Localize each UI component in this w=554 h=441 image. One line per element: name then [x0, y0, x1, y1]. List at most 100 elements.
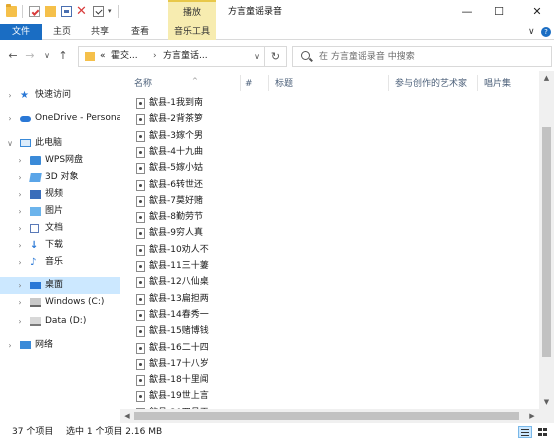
- nav-item-label: 3D 对象: [45, 172, 79, 182]
- delete-icon[interactable]: ✕: [76, 5, 87, 18]
- nav-item[interactable]: › 文档: [0, 220, 120, 237]
- file-row[interactable]: 歙县-16二十四: [133, 340, 239, 356]
- file-row[interactable]: 歙县-7莫好赌: [133, 193, 239, 209]
- file-row[interactable]: 歙县-15赌博钱: [133, 323, 239, 339]
- column-divider[interactable]: [268, 75, 269, 91]
- vertical-scroll-thumb[interactable]: [542, 127, 551, 357]
- address-dropdown-icon[interactable]: ∨: [254, 47, 260, 66]
- file-row[interactable]: 歙县-1我到南: [133, 95, 239, 111]
- scroll-down-icon[interactable]: ▼: [539, 395, 554, 409]
- expand-right-icon[interactable]: ›: [16, 169, 24, 186]
- audio-file-icon: [136, 342, 145, 354]
- file-row[interactable]: 歙县-17十八岁: [133, 356, 239, 372]
- column-header-title[interactable]: 标题: [275, 71, 385, 95]
- horizontal-scrollbar[interactable]: ◀ ▶: [120, 409, 539, 423]
- file-row[interactable]: 歙县-12八仙桌: [133, 274, 239, 290]
- expand-right-icon[interactable]: ›: [16, 152, 24, 169]
- expand-right-icon[interactable]: ›: [16, 220, 24, 237]
- column-header-number[interactable]: #: [245, 71, 270, 95]
- nav-item[interactable]: › OneDrive - Persona: [0, 110, 120, 127]
- file-row[interactable]: 歙县-11三十萋: [133, 258, 239, 274]
- scroll-left-icon[interactable]: ◀: [120, 409, 134, 423]
- rename-icon[interactable]: [61, 6, 72, 17]
- expand-right-icon[interactable]: ›: [16, 313, 24, 330]
- file-row[interactable]: 歙县-9穷人真: [133, 225, 239, 241]
- tab-view[interactable]: 查看: [124, 24, 156, 40]
- file-row[interactable]: 歙县-3嫁个男: [133, 128, 239, 144]
- nav-item[interactable]: › 网络: [0, 337, 120, 354]
- new-folder-icon[interactable]: [45, 6, 56, 17]
- column-divider[interactable]: [388, 75, 389, 91]
- file-row[interactable]: 歙县-4十九曲: [133, 144, 239, 160]
- nav-item[interactable]: › ↓ 下载: [0, 237, 120, 254]
- expand-right-icon[interactable]: ›: [16, 203, 24, 220]
- scroll-up-icon[interactable]: ▲: [539, 71, 554, 85]
- address-bar[interactable]: « 霍交... › 方言童话... ∨: [78, 46, 265, 67]
- file-row[interactable]: 歙县-5嫁小姑: [133, 160, 239, 176]
- large-icons-view-icon[interactable]: [536, 426, 550, 438]
- address-segment[interactable]: 方言童话...: [163, 47, 208, 66]
- nav-item-label: 网络: [35, 340, 54, 350]
- search-input[interactable]: [319, 49, 539, 64]
- expand-right-icon[interactable]: ›: [16, 254, 24, 271]
- nav-item-label: Windows (C:): [45, 297, 105, 307]
- column-header-album[interactable]: 唱片集: [484, 71, 534, 95]
- nav-item[interactable]: › ★ 快速访问: [0, 87, 120, 104]
- horizontal-scroll-thumb[interactable]: [134, 412, 519, 420]
- address-segment[interactable]: 霍交...: [111, 47, 138, 66]
- expand-right-icon[interactable]: ›: [16, 186, 24, 203]
- nav-item[interactable]: › 视频: [0, 186, 120, 203]
- column-header-name[interactable]: ^ 名称: [134, 71, 244, 95]
- scroll-right-icon[interactable]: ▶: [525, 409, 539, 423]
- vertical-scrollbar[interactable]: ▲ ▼: [539, 71, 554, 409]
- expand-right-icon[interactable]: ›: [6, 110, 14, 127]
- forward-button[interactable]: →: [23, 49, 37, 63]
- file-row[interactable]: 歙县-13扁担两: [133, 291, 239, 307]
- tab-file[interactable]: 文件: [0, 24, 42, 40]
- file-row[interactable]: 歙县-10劝人不: [133, 242, 239, 258]
- file-row[interactable]: 歙县-6转世还: [133, 177, 239, 193]
- expand-right-icon[interactable]: ›: [16, 237, 24, 254]
- refresh-button[interactable]: ↻: [265, 46, 287, 67]
- column-divider[interactable]: [477, 75, 478, 91]
- expand-right-icon[interactable]: ›: [16, 277, 24, 294]
- tab-music-tools[interactable]: 音乐工具: [168, 24, 216, 40]
- nav-item[interactable]: › 3D 对象: [0, 169, 120, 186]
- details-view-icon[interactable]: [518, 426, 532, 438]
- address-separator-icon[interactable]: ›: [153, 47, 157, 66]
- close-button[interactable]: ✕: [522, 0, 552, 24]
- minimize-button[interactable]: —: [452, 0, 482, 24]
- column-header-artists[interactable]: 参与创作的艺术家: [395, 71, 477, 95]
- ribbon-expand-icon[interactable]: ∨: [528, 24, 535, 40]
- checkbox-icon[interactable]: [93, 6, 104, 17]
- file-row[interactable]: 歙县-19世上言: [133, 388, 239, 404]
- file-row[interactable]: 歙县-18十里闻: [133, 372, 239, 388]
- column-divider[interactable]: [240, 75, 241, 91]
- file-row[interactable]: 歙县-8勤劳节: [133, 209, 239, 225]
- tab-share[interactable]: 共享: [84, 24, 116, 40]
- help-icon[interactable]: ?: [541, 27, 551, 37]
- file-row[interactable]: 歙县-14春秀一: [133, 307, 239, 323]
- nav-item[interactable]: ∨ 此电脑: [0, 135, 120, 152]
- expand-right-icon[interactable]: ›: [6, 337, 14, 354]
- recent-locations-button[interactable]: ∨: [40, 49, 54, 63]
- search-box[interactable]: [292, 46, 552, 67]
- maximize-button[interactable]: ☐: [484, 0, 514, 24]
- expand-right-icon[interactable]: ›: [16, 294, 24, 311]
- nav-item[interactable]: › WPS网盘: [0, 152, 120, 169]
- nav-item[interactable]: › ♪ 音乐: [0, 254, 120, 271]
- expand-down-icon[interactable]: ∨: [6, 135, 14, 152]
- up-button[interactable]: ↑: [56, 49, 70, 63]
- file-row[interactable]: 歙县-2背茶箩: [133, 111, 239, 127]
- audio-file-icon: [136, 130, 145, 142]
- nav-item[interactable]: › Windows (C:): [0, 294, 120, 311]
- address-overflow[interactable]: «: [100, 47, 106, 66]
- expand-right-icon[interactable]: ›: [6, 87, 14, 104]
- nav-item[interactable]: › 图片: [0, 203, 120, 220]
- nav-item[interactable]: › Data (D:): [0, 313, 120, 330]
- nav-item[interactable]: › 桌面: [0, 277, 120, 294]
- context-tab-play[interactable]: 播放: [168, 0, 216, 24]
- back-button[interactable]: ←: [6, 49, 20, 63]
- properties-icon[interactable]: [29, 6, 40, 17]
- tab-home[interactable]: 主页: [46, 24, 78, 40]
